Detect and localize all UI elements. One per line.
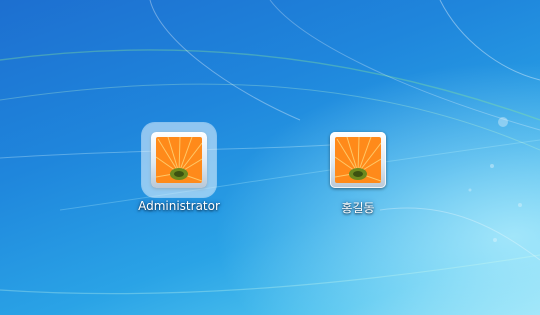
user-name-label[interactable]: 홍길동 [303, 199, 413, 216]
wallpaper-background [0, 0, 540, 315]
user-tile-hong-gil-dong[interactable]: 홍길동 [303, 132, 413, 216]
orange-flower-icon [156, 137, 202, 183]
user-picture [335, 137, 381, 183]
user-picture [156, 137, 202, 183]
user-name-label[interactable]: Administrator [124, 199, 234, 213]
orange-flower-icon [335, 137, 381, 183]
user-tile-administrator[interactable]: Administrator [124, 132, 234, 213]
user-picture-frame[interactable] [330, 132, 386, 188]
user-picture-frame[interactable] [151, 132, 207, 188]
